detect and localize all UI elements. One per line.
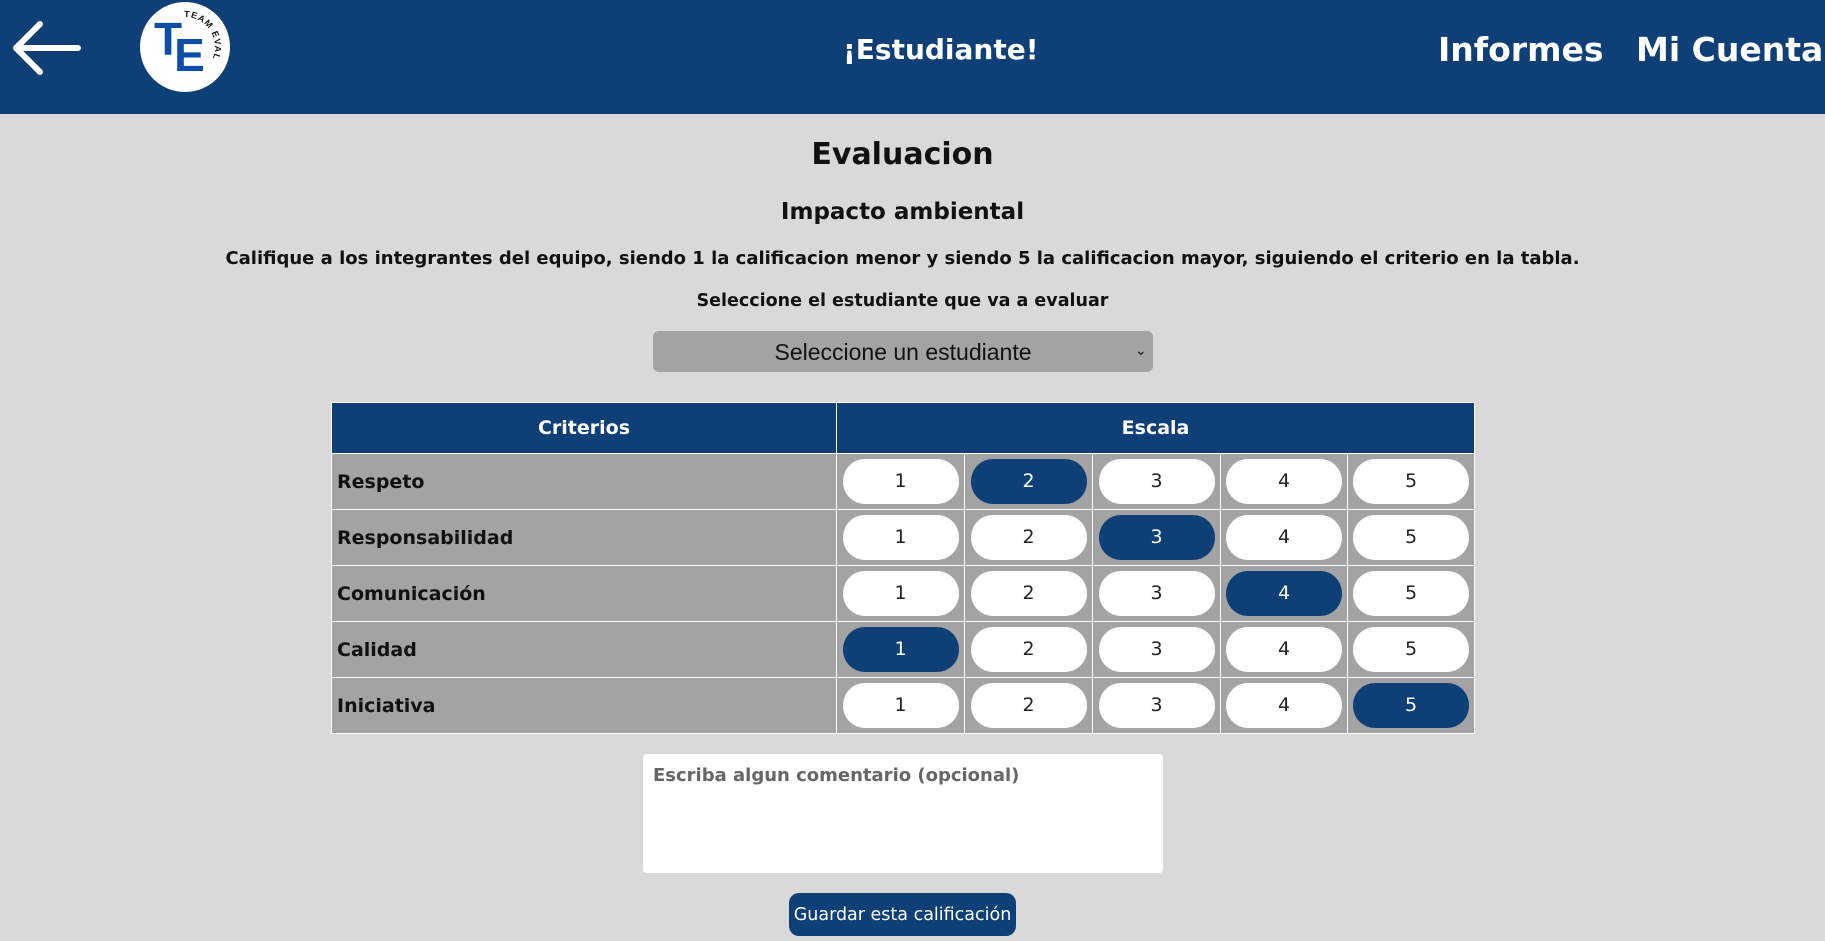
score-option-button[interactable]: 1: [842, 683, 959, 728]
score-option-button[interactable]: 5: [1353, 515, 1470, 560]
score-option-button[interactable]: 4: [1226, 515, 1342, 560]
score-cell: 4: [1220, 565, 1348, 622]
score-cell: 4: [1220, 677, 1348, 734]
back-button[interactable]: [10, 20, 82, 76]
score-cell: 1: [836, 509, 965, 566]
score-option-button[interactable]: 2: [970, 627, 1087, 672]
score-cell: 3: [1092, 453, 1221, 510]
score-option-button[interactable]: 3: [1098, 459, 1215, 504]
score-cell: 2: [964, 453, 1093, 510]
score-option-button[interactable]: 4: [1226, 459, 1342, 504]
score-cell: 4: [1220, 621, 1348, 678]
page-title: Evaluacion: [811, 137, 994, 172]
criterion-label: Respeto: [331, 453, 837, 510]
score-option-button[interactable]: 3: [1098, 683, 1215, 728]
header-criterios: Criterios: [331, 402, 837, 454]
score-option-button[interactable]: 2: [970, 683, 1087, 728]
score-option-button[interactable]: 3: [1098, 515, 1215, 560]
evaluation-table: Criterios Escala Respeto 1 2 3 4 5 Responsabil…: [331, 402, 1476, 734]
score-cell: 2: [964, 509, 1093, 566]
score-option-button[interactable]: 5: [1353, 459, 1470, 504]
score-option-button[interactable]: 3: [1098, 571, 1215, 616]
score-option-button[interactable]: 4: [1226, 683, 1342, 728]
arrow-left-icon: [13, 21, 81, 75]
table-row: Calidad 1 2 3 4 5: [331, 621, 1476, 678]
score-option-button[interactable]: 1: [842, 571, 959, 616]
team-eval-logo: TE TEAM EVAL: [140, 2, 230, 92]
score-cell: 3: [1092, 677, 1221, 734]
score-cell: 3: [1092, 621, 1221, 678]
student-select[interactable]: Seleccione un estudiante: [653, 331, 1153, 372]
save-rating-button[interactable]: Guardar esta calificación: [789, 893, 1016, 936]
table-row: Responsabilidad 1 2 3 4 5: [331, 509, 1476, 566]
score-option-button[interactable]: 2: [970, 571, 1087, 616]
score-cell: 5: [1346, 677, 1476, 734]
nav-link-informes[interactable]: Informes: [1438, 30, 1603, 69]
score-option-button[interactable]: 2: [970, 515, 1087, 560]
score-option-button[interactable]: 3: [1098, 627, 1215, 672]
score-cell: 2: [964, 677, 1093, 734]
score-cell: 1: [836, 453, 965, 510]
student-select-label: Seleccione el estudiante que va a evalua…: [696, 291, 1109, 311]
score-cell: 2: [964, 621, 1093, 678]
score-cell: 5: [1346, 509, 1476, 566]
svg-text:TEAM EVAL: TEAM EVAL: [184, 9, 223, 62]
score-option-button[interactable]: 1: [842, 627, 959, 672]
criterion-label: Comunicación: [331, 565, 837, 622]
score-option-button[interactable]: 2: [970, 459, 1087, 504]
score-option-button[interactable]: 5: [1353, 627, 1470, 672]
header-escala: Escala: [835, 402, 1476, 454]
score-cell: 5: [1346, 565, 1476, 622]
score-option-button[interactable]: 4: [1226, 571, 1342, 616]
score-cell: 2: [964, 565, 1093, 622]
score-option-button[interactable]: 5: [1353, 571, 1470, 616]
score-cell: 5: [1346, 453, 1476, 510]
table-row: Comunicación 1 2 3 4 5: [331, 565, 1476, 622]
logo-arc-text: TEAM EVAL: [184, 9, 223, 62]
table-header-row: Criterios Escala: [331, 402, 1476, 454]
nav-link-mi-cuenta[interactable]: Mi Cuenta: [1636, 30, 1823, 69]
table-row: Respeto 1 2 3 4 5: [331, 453, 1476, 510]
criterion-label: Calidad: [331, 621, 837, 678]
score-option-button[interactable]: 5: [1353, 683, 1470, 728]
score-cell: 1: [836, 621, 965, 678]
project-title: Impacto ambiental: [780, 199, 1025, 225]
score-cell: 5: [1346, 621, 1476, 678]
score-cell: 4: [1220, 453, 1348, 510]
score-option-button[interactable]: 1: [842, 515, 959, 560]
user-role-title: ¡Estudiante!: [843, 33, 1039, 66]
criterion-label: Iniciativa: [331, 677, 837, 734]
criterion-label: Responsabilidad: [331, 509, 837, 566]
score-option-button[interactable]: 1: [842, 459, 959, 504]
score-cell: 3: [1092, 565, 1221, 622]
score-cell: 1: [836, 677, 965, 734]
score-cell: 3: [1092, 509, 1221, 566]
score-cell: 1: [836, 565, 965, 622]
top-navbar: TE TEAM EVAL ¡Estudiante! Informes Mi Cu…: [0, 0, 1825, 114]
comment-field[interactable]: [643, 754, 1163, 873]
table-row: Iniciativa 1 2 3 4 5: [331, 677, 1476, 734]
score-option-button[interactable]: 4: [1226, 627, 1342, 672]
score-cell: 4: [1220, 509, 1348, 566]
instructions-text: Califique a los integrantes del equipo, …: [225, 248, 1580, 269]
